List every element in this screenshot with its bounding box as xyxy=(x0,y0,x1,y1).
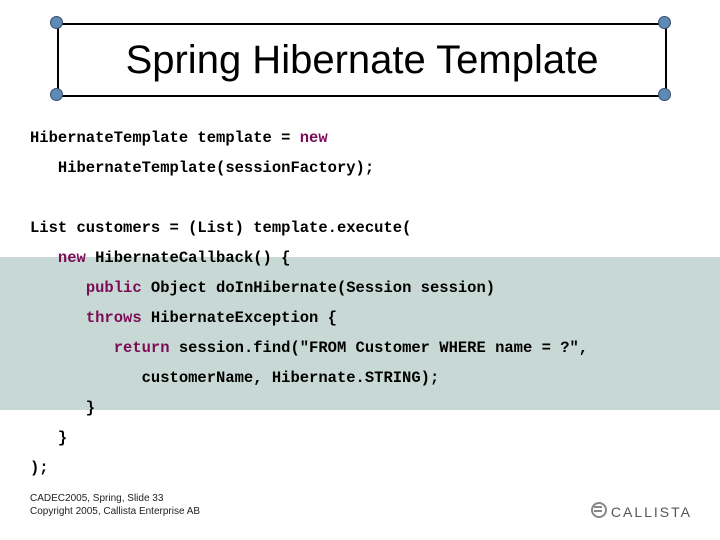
corner-dot-icon xyxy=(50,88,63,101)
footer-line-2: Copyright 2005, Callista Enterprise AB xyxy=(30,505,200,518)
slide-footer: CADEC2005, Spring, Slide 33 Copyright 20… xyxy=(30,492,200,518)
slide-title: Spring Hibernate Template xyxy=(126,38,599,83)
corner-dot-icon xyxy=(658,88,671,101)
corner-dot-icon xyxy=(658,16,671,29)
title-frame: Spring Hibernate Template xyxy=(57,23,667,97)
callista-logo: CALLISTA xyxy=(591,502,692,520)
code-block: HibernateTemplate template = new Hiberna… xyxy=(30,123,690,483)
corner-dot-icon xyxy=(50,16,63,29)
footer-line-1: CADEC2005, Spring, Slide 33 xyxy=(30,492,200,505)
